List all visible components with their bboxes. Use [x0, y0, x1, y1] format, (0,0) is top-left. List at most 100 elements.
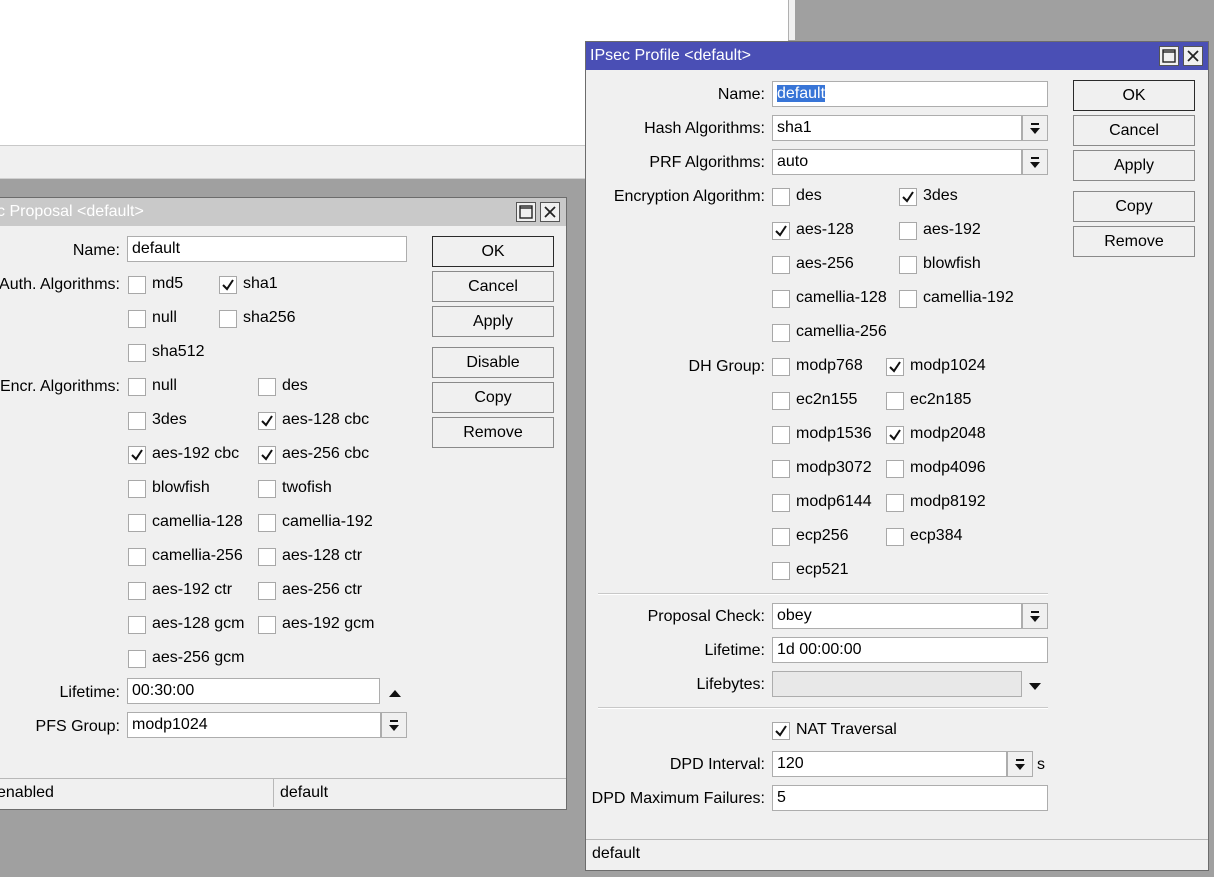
cancel-button[interactable]: Cancel: [432, 271, 554, 302]
dh-modp768-label[interactable]: modp768: [796, 357, 863, 375]
encr-camellia-192-checkbox[interactable]: [258, 514, 276, 532]
auth-md5-checkbox[interactable]: [128, 276, 146, 294]
dh-modp6144-checkbox[interactable]: [772, 494, 790, 512]
encr-aes-128-ctr-label[interactable]: aes-128 ctr: [282, 547, 362, 565]
enc-3des-label[interactable]: 3des: [923, 187, 958, 205]
encr-3des-label[interactable]: 3des: [152, 411, 187, 429]
dh-modp4096-label[interactable]: modp4096: [910, 459, 986, 477]
dh-modp6144-label[interactable]: modp6144: [796, 493, 872, 511]
encr-aes-256-ctr-label[interactable]: aes-256 ctr: [282, 581, 362, 599]
dh-modp1024-checkbox[interactable]: [886, 358, 904, 376]
encr-camellia-256-label[interactable]: camellia-256: [152, 547, 243, 565]
name-field[interactable]: default: [127, 236, 407, 262]
encr-twofish-label[interactable]: twofish: [282, 479, 332, 497]
auth-sha512-checkbox[interactable]: [128, 344, 146, 362]
disable-button[interactable]: Disable: [432, 347, 554, 378]
dh-ec2n185-checkbox[interactable]: [886, 392, 904, 410]
enc-camellia-256-checkbox[interactable]: [772, 324, 790, 342]
dh-modp8192-checkbox[interactable]: [886, 494, 904, 512]
ipsec-profile-window[interactable]: IPsec Profile <default> Name: default Ha…: [585, 41, 1209, 871]
encr-des-label[interactable]: des: [282, 377, 308, 395]
enc-aes-192-checkbox[interactable]: [899, 222, 917, 240]
hash-algorithms-select[interactable]: sha1: [772, 115, 1022, 141]
dh-modp2048-checkbox[interactable]: [886, 426, 904, 444]
auth-md5-label[interactable]: md5: [152, 275, 183, 293]
encr-aes-128-gcm-label[interactable]: aes-128 gcm: [152, 615, 245, 633]
close-button[interactable]: [540, 202, 560, 222]
close-button[interactable]: [1183, 46, 1203, 66]
encr-aes-128-ctr-checkbox[interactable]: [258, 548, 276, 566]
auth-null-label[interactable]: null: [152, 309, 177, 327]
enc-camellia-192-label[interactable]: camellia-192: [923, 289, 1014, 307]
lifebytes-expand-arrow[interactable]: [1027, 679, 1043, 691]
dh-ec2n155-label[interactable]: ec2n155: [796, 391, 857, 409]
encr-aes-192-cbc-checkbox[interactable]: [128, 446, 146, 464]
encr-aes-256-cbc-checkbox[interactable]: [258, 446, 276, 464]
encr-aes-128-cbc-checkbox[interactable]: [258, 412, 276, 430]
enc-aes-256-checkbox[interactable]: [772, 256, 790, 274]
ok-button[interactable]: OK: [1073, 80, 1195, 111]
auth-sha1-checkbox[interactable]: [219, 276, 237, 294]
proposal-title-bar[interactable]: IPsec Proposal <default>: [0, 198, 566, 226]
auth-sha256-checkbox[interactable]: [219, 310, 237, 328]
enc-des-label[interactable]: des: [796, 187, 822, 205]
ipsec-proposal-window[interactable]: IPsec Proposal <default> Name: default A…: [0, 197, 567, 810]
encr-aes-192-cbc-label[interactable]: aes-192 cbc: [152, 445, 239, 463]
enc-3des-checkbox[interactable]: [899, 188, 917, 206]
pfs-group-dropdown-button[interactable]: [381, 712, 407, 738]
auth-sha512-label[interactable]: sha512: [152, 343, 205, 361]
enc-camellia-256-label[interactable]: camellia-256: [796, 323, 887, 341]
enc-blowfish-label[interactable]: blowfish: [923, 255, 981, 273]
encr-camellia-192-label[interactable]: camellia-192: [282, 513, 373, 531]
dh-ecp384-checkbox[interactable]: [886, 528, 904, 546]
encr-3des-checkbox[interactable]: [128, 412, 146, 430]
nat-traversal-nat-traversal-checkbox[interactable]: [772, 722, 790, 740]
dh-modp4096-checkbox[interactable]: [886, 460, 904, 478]
encr-aes-192-gcm-checkbox[interactable]: [258, 616, 276, 634]
encr-blowfish-label[interactable]: blowfish: [152, 479, 210, 497]
encr-camellia-256-checkbox[interactable]: [128, 548, 146, 566]
encr-aes-256-gcm-label[interactable]: aes-256 gcm: [152, 649, 245, 667]
remove-button[interactable]: Remove: [432, 417, 554, 448]
dh-modp1024-label[interactable]: modp1024: [910, 357, 986, 375]
copy-button[interactable]: Copy: [432, 382, 554, 413]
dh-ecp521-label[interactable]: ecp521: [796, 561, 849, 579]
encr-des-checkbox[interactable]: [258, 378, 276, 396]
dh-ecp521-checkbox[interactable]: [772, 562, 790, 580]
prf-algorithms-select[interactable]: auto: [772, 149, 1022, 175]
lifetime-collapse-arrow[interactable]: [387, 686, 403, 698]
lifetime-field[interactable]: 00:30:00: [127, 678, 380, 704]
prf-algorithms-dropdown-button[interactable]: [1022, 149, 1048, 175]
dh-ecp384-label[interactable]: ecp384: [910, 527, 963, 545]
name-field[interactable]: default: [772, 81, 1048, 107]
enc-camellia-192-checkbox[interactable]: [899, 290, 917, 308]
encr-camellia-128-label[interactable]: camellia-128: [152, 513, 243, 531]
lifetime-field[interactable]: 1d 00:00:00: [772, 637, 1048, 663]
encr-aes-256-ctr-checkbox[interactable]: [258, 582, 276, 600]
proposal-check-dropdown-button[interactable]: [1022, 603, 1048, 629]
enc-blowfish-checkbox[interactable]: [899, 256, 917, 274]
pfs-group-select[interactable]: modp1024: [127, 712, 381, 738]
apply-button[interactable]: Apply: [432, 306, 554, 337]
enc-camellia-128-label[interactable]: camellia-128: [796, 289, 887, 307]
enc-aes-128-label[interactable]: aes-128: [796, 221, 854, 239]
copy-button[interactable]: Copy: [1073, 191, 1195, 222]
cancel-button[interactable]: Cancel: [1073, 115, 1195, 146]
dh-modp1536-checkbox[interactable]: [772, 426, 790, 444]
auth-sha1-label[interactable]: sha1: [243, 275, 278, 293]
dpd-maximum-failures-field[interactable]: 5: [772, 785, 1048, 811]
enc-aes-192-label[interactable]: aes-192: [923, 221, 981, 239]
maximize-button[interactable]: [1159, 46, 1179, 66]
enc-aes-256-label[interactable]: aes-256: [796, 255, 854, 273]
proposal-check-select[interactable]: obey: [772, 603, 1022, 629]
encr-null-checkbox[interactable]: [128, 378, 146, 396]
encr-aes-256-gcm-checkbox[interactable]: [128, 650, 146, 668]
dh-ecp256-label[interactable]: ecp256: [796, 527, 849, 545]
encr-camellia-128-checkbox[interactable]: [128, 514, 146, 532]
dh-ecp256-checkbox[interactable]: [772, 528, 790, 546]
encr-aes-192-gcm-label[interactable]: aes-192 gcm: [282, 615, 375, 633]
dh-modp8192-label[interactable]: modp8192: [910, 493, 986, 511]
encr-aes-192-ctr-label[interactable]: aes-192 ctr: [152, 581, 232, 599]
dh-modp1536-label[interactable]: modp1536: [796, 425, 872, 443]
enc-camellia-128-checkbox[interactable]: [772, 290, 790, 308]
